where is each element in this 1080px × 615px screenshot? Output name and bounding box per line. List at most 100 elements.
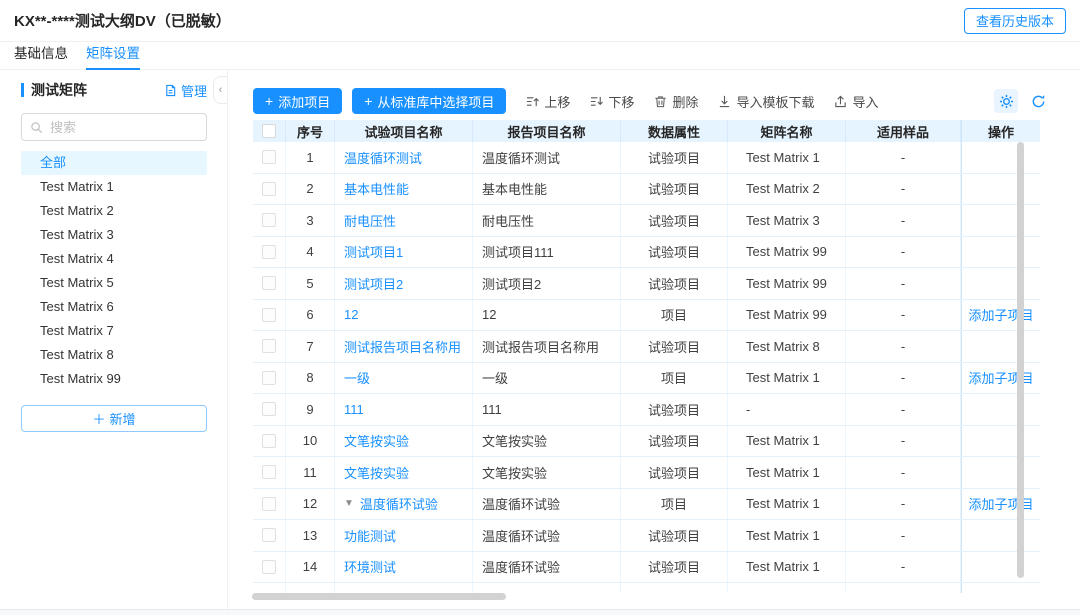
data-attr-cell: 试验项目	[621, 394, 728, 425]
row-checkbox[interactable]	[262, 371, 276, 385]
column-header: 矩阵名称	[728, 120, 846, 142]
report-name-cell: 测试项目111	[473, 237, 621, 268]
report-name-cell: 一级	[473, 363, 621, 394]
tab-matrix-settings[interactable]: 矩阵设置	[86, 42, 140, 70]
matrix-list-item[interactable]: Test Matrix 8	[21, 343, 207, 367]
download-template-button[interactable]: 导入模板下载	[718, 92, 814, 111]
test-item-link[interactable]: 温度循环试验	[360, 494, 438, 513]
row-checkbox[interactable]	[262, 245, 276, 259]
sample-cell: -	[846, 552, 961, 583]
test-item-link[interactable]: 111	[344, 402, 364, 417]
row-number: 3	[286, 205, 335, 236]
search-input[interactable]	[21, 113, 207, 141]
move-down-button[interactable]: 下移	[590, 92, 634, 111]
search-box	[21, 113, 207, 141]
matrix-list-item[interactable]: 全部	[21, 151, 207, 175]
data-attr-cell: 试验项目	[621, 268, 728, 299]
row-checkbox[interactable]	[262, 213, 276, 227]
matrix-list-item[interactable]: Test Matrix 6	[21, 295, 207, 319]
search-icon	[30, 121, 43, 134]
view-history-button[interactable]: 查看历史版本	[964, 8, 1066, 34]
sample-cell: -	[846, 142, 961, 173]
table-row: 3耐电压性耐电压性试验项目Test Matrix 3-	[253, 205, 1040, 237]
row-number: 11	[286, 457, 335, 488]
row-checkbox[interactable]	[262, 276, 276, 290]
test-item-link[interactable]: 文笔按实验	[344, 431, 409, 450]
row-checkbox[interactable]	[262, 560, 276, 574]
data-attr-cell: 试验项目	[621, 237, 728, 268]
report-name-cell: 111	[473, 394, 621, 425]
report-name-cell: 测试报告项目名称用	[473, 331, 621, 362]
matrix-list-item[interactable]: Test Matrix 2	[21, 199, 207, 223]
row-checkbox[interactable]	[262, 339, 276, 353]
matrix-list-item[interactable]: Test Matrix 5	[21, 271, 207, 295]
add-matrix-label: 新增	[110, 409, 136, 428]
row-checkbox[interactable]	[262, 434, 276, 448]
column-header: 操作	[961, 120, 1040, 142]
test-item-link[interactable]: 耐电压性	[344, 211, 396, 230]
test-item-link[interactable]: 环境测试	[344, 557, 396, 576]
test-item-link[interactable]: 文笔按实验	[344, 463, 409, 482]
move-up-button[interactable]: 上移	[526, 92, 570, 111]
title-accent-bar	[21, 83, 24, 97]
test-item-link[interactable]: 基本电性能	[344, 179, 409, 198]
table-row: 7测试报告项目名称用测试报告项目名称用试验项目Test Matrix 8-	[253, 331, 1040, 363]
import-button[interactable]: 导入	[834, 92, 878, 111]
column-header: 序号	[286, 120, 335, 142]
vertical-scrollbar[interactable]	[1017, 142, 1024, 578]
report-name-cell: 文笔按实验	[473, 426, 621, 457]
add-matrix-button[interactable]: ＋ 新增	[21, 405, 207, 432]
row-checkbox[interactable]	[262, 150, 276, 164]
page-header: KX**-****测试大纲DV（已脱敏） 查看历史版本	[0, 0, 1080, 42]
row-checkbox[interactable]	[262, 402, 276, 416]
test-item-link[interactable]: 一级	[344, 368, 370, 387]
sidebar: 测试矩阵 管理 ‹ 全部Test Matrix 1Test Matrix 2Te…	[0, 70, 228, 609]
refresh-button[interactable]	[1031, 94, 1046, 109]
matrix-name-cell: Test Matrix 1	[728, 520, 846, 551]
row-number: 4	[286, 237, 335, 268]
manage-link[interactable]: 管理	[164, 81, 207, 100]
download-icon	[718, 95, 731, 108]
test-item-link[interactable]: 温度循环测试	[344, 148, 422, 167]
matrix-list-item[interactable]: Test Matrix 7	[21, 319, 207, 343]
column-settings-button[interactable]	[994, 89, 1018, 113]
matrix-name-cell: Test Matrix 1	[728, 142, 846, 173]
table-row: 4测试项目1测试项目111试验项目Test Matrix 99-	[253, 237, 1040, 269]
expand-caret-icon[interactable]: ▼	[344, 498, 354, 509]
delete-button[interactable]: 删除	[654, 92, 698, 111]
row-number: 10	[286, 426, 335, 457]
select-all-checkbox[interactable]	[262, 124, 276, 138]
refresh-icon	[1031, 94, 1046, 109]
test-item-link[interactable]: 功能测试	[344, 526, 396, 545]
test-item-link[interactable]: 测试报告项目名称用	[344, 337, 461, 356]
sidebar-collapse-button[interactable]: ‹	[213, 76, 227, 104]
report-name-cell: 耐电压性	[473, 205, 621, 236]
matrix-list-item[interactable]: Test Matrix 4	[21, 247, 207, 271]
tab-basic-info[interactable]: 基础信息	[14, 42, 68, 70]
test-item-link[interactable]: 测试项目2	[344, 274, 403, 293]
table-row: 2基本电性能基本电性能试验项目Test Matrix 2-	[253, 174, 1040, 206]
matrix-list-item[interactable]: Test Matrix 1	[21, 175, 207, 199]
table-row: 13功能测试温度循环试验试验项目Test Matrix 1-	[253, 520, 1040, 552]
sample-cell: -	[846, 520, 961, 551]
row-checkbox[interactable]	[262, 308, 276, 322]
row-checkbox[interactable]	[262, 528, 276, 542]
row-checkbox[interactable]	[262, 497, 276, 511]
upload-icon	[834, 95, 847, 108]
row-checkbox[interactable]	[262, 465, 276, 479]
row-number: 2	[286, 174, 335, 205]
row-checkbox[interactable]	[262, 182, 276, 196]
sample-cell: -	[846, 331, 961, 362]
row-number: 13	[286, 520, 335, 551]
add-item-button[interactable]: + 添加项目	[253, 88, 342, 114]
row-number: 14	[286, 552, 335, 583]
horizontal-scrollbar[interactable]	[252, 593, 506, 600]
report-name-cell: 基本电性能	[473, 174, 621, 205]
matrix-list-item[interactable]: Test Matrix 3	[21, 223, 207, 247]
row-number: 6	[286, 300, 335, 331]
test-item-link[interactable]: 12	[344, 307, 358, 322]
sample-cell: -	[846, 205, 961, 236]
test-item-link[interactable]: 测试项目1	[344, 242, 403, 261]
matrix-list-item[interactable]: Test Matrix 99	[21, 367, 207, 391]
select-from-library-button[interactable]: + 从标准库中选择项目	[352, 88, 506, 114]
